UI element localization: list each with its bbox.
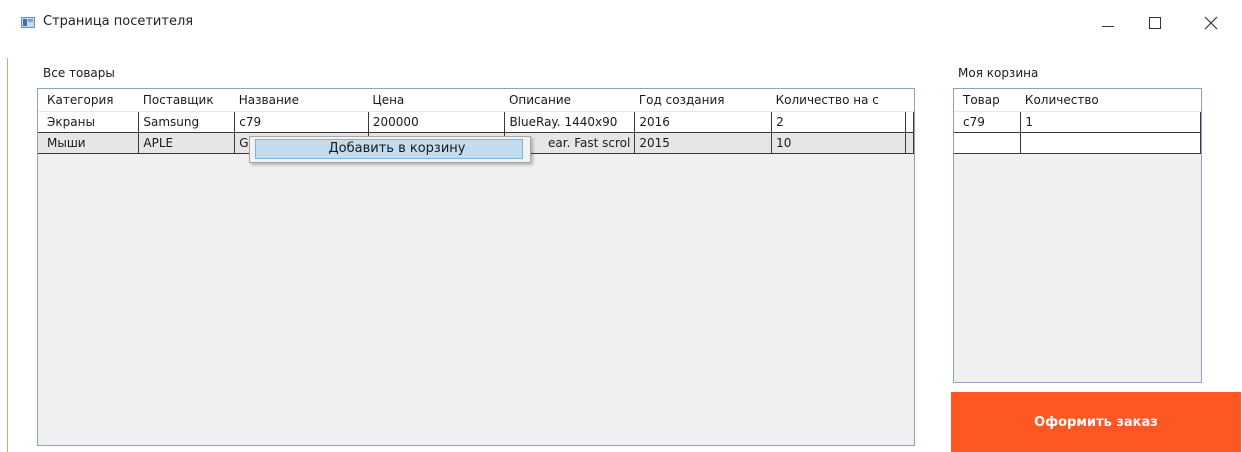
column-header[interactable]: Описание — [504, 89, 635, 112]
column-header[interactable]: Цена — [368, 89, 505, 112]
table-cell[interactable]: c79 — [234, 111, 369, 133]
column-header[interactable]: Количество на с — [771, 89, 906, 112]
maximize-icon — [1149, 17, 1161, 29]
minimize-button[interactable] — [1085, 8, 1131, 38]
table-cell[interactable] — [1020, 132, 1201, 154]
table-cell[interactable]: 2016 — [634, 111, 773, 133]
table-cell[interactable]: BlueRay. 1440x90 — [504, 111, 636, 133]
table-row[interactable]: c79 1 — [954, 111, 1201, 133]
column-header[interactable]: Поставщик — [138, 89, 235, 112]
window-left-edge — [7, 58, 8, 452]
all-products-label: Все товары — [43, 66, 115, 80]
place-order-button[interactable]: Оформить заказ — [951, 392, 1241, 452]
table-cell[interactable]: Samsung — [138, 111, 236, 133]
row-end — [905, 132, 914, 154]
app-icon — [21, 17, 35, 28]
table-cell[interactable]: 2 — [771, 111, 906, 133]
table-cell[interactable]: 200000 — [368, 111, 506, 133]
row-end — [905, 111, 914, 133]
column-header[interactable]: Товар — [954, 89, 1021, 112]
cart-label: Моя корзина — [958, 66, 1039, 80]
table-row-new[interactable] — [954, 132, 1201, 154]
column-header[interactable]: Количество — [1020, 89, 1201, 112]
table-cell[interactable]: 10 — [771, 132, 906, 154]
table-cell[interactable]: APLE — [138, 132, 236, 154]
table-cell[interactable]: 2015 — [634, 132, 773, 154]
table-cell[interactable] — [954, 132, 1022, 154]
table-cell[interactable]: c79 — [954, 111, 1022, 133]
table-header-row: Категория Поставщик Название Цена Описан… — [38, 89, 914, 112]
cart-grid[interactable]: Товар Количество c79 1 — [953, 88, 1202, 383]
column-header[interactable]: Название — [234, 89, 369, 112]
column-header[interactable]: Категория — [38, 89, 139, 112]
table-row[interactable]: Экраны Samsung c79 200000 BlueRay. 1440x… — [38, 111, 914, 133]
add-to-cart-menu-item[interactable]: Добавить в корзину — [255, 139, 523, 159]
table-cell[interactable]: Мыши — [38, 132, 140, 154]
window-title: Страница посетителя — [43, 14, 194, 29]
close-button[interactable] — [1188, 8, 1234, 38]
title-bar: Страница посетителя — [0, 0, 1242, 46]
context-menu: Добавить в корзину — [249, 136, 531, 163]
table-cell[interactable]: 1 — [1020, 111, 1201, 133]
cart-table: Товар Количество c79 1 — [954, 89, 1201, 154]
column-header[interactable]: Год создания — [634, 89, 772, 112]
table-cell[interactable]: Экраны — [38, 111, 140, 133]
close-icon — [1204, 16, 1218, 30]
table-header-row: Товар Количество — [954, 89, 1201, 112]
header-filler — [905, 89, 914, 112]
minimize-icon — [1102, 25, 1114, 27]
maximize-button[interactable] — [1132, 8, 1178, 38]
